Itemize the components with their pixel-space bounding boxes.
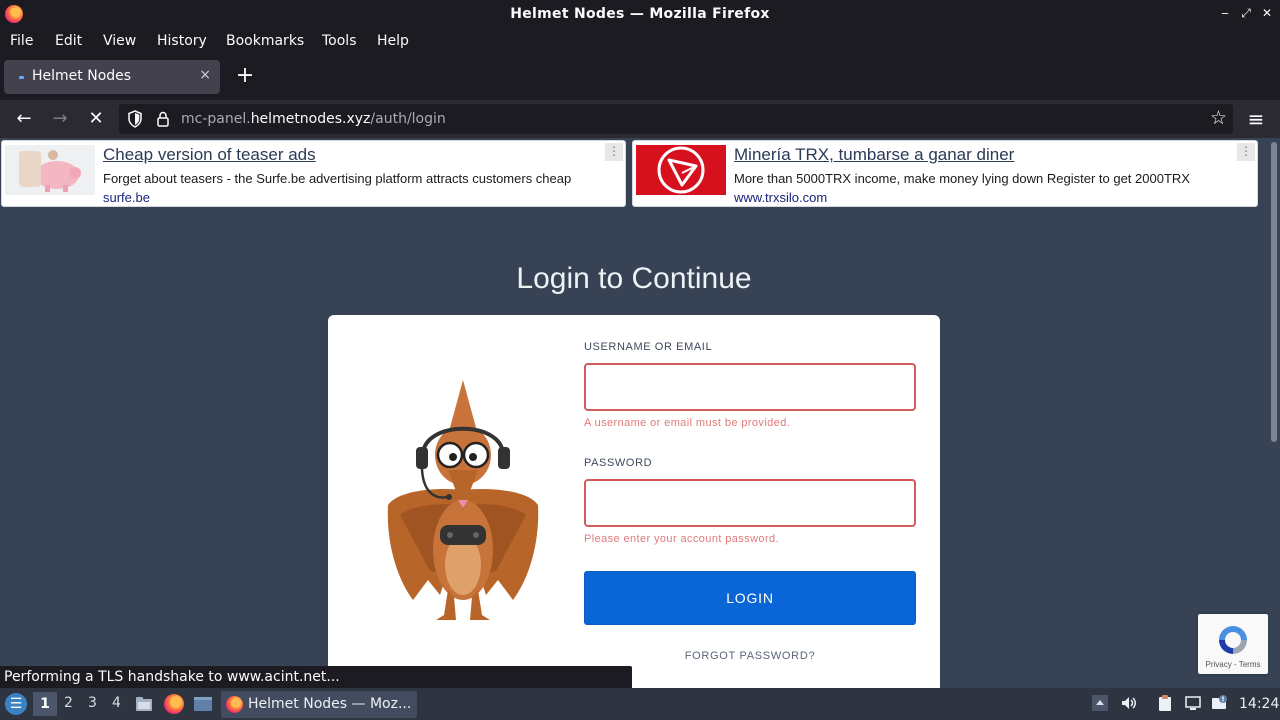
tracking-protection-shield-icon[interactable] (127, 110, 143, 128)
back-button[interactable]: ← (13, 108, 35, 130)
close-window-button[interactable]: ✕ (1259, 5, 1275, 21)
start-menu-icon[interactable]: ☰ (5, 693, 27, 715)
password-input[interactable] (584, 479, 916, 527)
clock: 14:24 (1239, 696, 1280, 712)
loading-indicator-icon (19, 76, 24, 79)
ad-source[interactable]: www.trxsilo.com (734, 190, 827, 205)
firefox-launcher-icon[interactable] (164, 694, 184, 714)
page-scrollbar[interactable] (1268, 138, 1280, 688)
ad-description: More than 5000TRX income, make money lyi… (734, 171, 1190, 186)
volume-icon[interactable] (1120, 694, 1138, 712)
recaptcha-icon (1219, 626, 1247, 654)
url-host: helmetnodes.xyz (250, 111, 371, 127)
ad-options-icon[interactable]: ⋮ (605, 143, 623, 161)
url-bar[interactable]: mc-panel.helmetnodes.xyz/auth/login ☆ (119, 104, 1233, 134)
firefox-task-icon (226, 696, 243, 713)
bookmark-star-icon[interactable]: ☆ (1210, 107, 1227, 129)
system-taskbar: ☰ 1 2 3 4 Helmet Nodes — Moz... 14:24 (0, 688, 1280, 720)
login-button[interactable]: LOGIN (584, 571, 916, 625)
menu-view[interactable]: View (103, 33, 136, 49)
login-card: USERNAME OR EMAIL A username or email mu… (328, 315, 940, 688)
window-titlebar: Helmet Nodes — Mozilla Firefox ‒ ⤢ ✕ (0, 0, 1280, 29)
forgot-password-link[interactable]: FORGOT PASSWORD? (584, 650, 916, 662)
workspace-2[interactable]: 2 (64, 695, 73, 711)
url-subdomain: mc-panel. (181, 111, 251, 127)
workspace-1[interactable]: 1 (33, 692, 57, 716)
menu-bookmarks[interactable]: Bookmarks (226, 33, 304, 49)
workspace-4[interactable]: 4 (112, 695, 121, 711)
url-path: /auth/login (370, 111, 446, 127)
menu-file[interactable]: File (10, 33, 33, 49)
username-error: A username or email must be provided. (584, 417, 791, 429)
task-label: Helmet Nodes — Moz... (248, 696, 412, 712)
menu-bar: File Edit View History Bookmarks Tools H… (0, 29, 1280, 54)
file-manager-icon[interactable] (134, 694, 154, 714)
status-bar: Performing a TLS handshake to www.acint.… (0, 666, 632, 688)
menu-help[interactable]: Help (377, 33, 409, 49)
username-label: USERNAME OR EMAIL (584, 341, 713, 353)
stop-button[interactable]: ✕ (85, 108, 107, 130)
window-title: Helmet Nodes — Mozilla Firefox (510, 6, 770, 22)
menu-tools[interactable]: Tools (322, 33, 357, 49)
notification-icon[interactable] (1210, 694, 1228, 712)
password-error: Please enter your account password. (584, 533, 779, 545)
menu-history[interactable]: History (157, 33, 207, 49)
tray-expand-icon[interactable] (1091, 694, 1109, 712)
username-input[interactable] (584, 363, 916, 411)
minimize-button[interactable]: ‒ (1217, 5, 1233, 21)
tab-bar: Helmet Nodes × + (0, 54, 1280, 100)
tab-close-button[interactable]: × (199, 67, 211, 83)
ad-description: Forget about teasers - the Surfe.be adve… (103, 171, 572, 186)
maximize-button[interactable]: ⤢ (1238, 5, 1254, 21)
scrollbar-thumb[interactable] (1271, 142, 1277, 442)
password-label: PASSWORD (584, 457, 653, 469)
navigation-bar: ← → ✕ mc-panel.helmetnodes.xyz/auth/logi… (0, 100, 1280, 138)
hamburger-menu-icon[interactable]: ≡ (1245, 108, 1267, 130)
tab-helmet-nodes[interactable]: Helmet Nodes × (4, 60, 220, 94)
recaptcha-badge[interactable]: Privacy - Terms (1198, 614, 1268, 674)
ad-source[interactable]: surfe.be (103, 190, 150, 205)
ad-banner-trx[interactable]: Minería TRX, tumbarse a ganar diner More… (632, 140, 1258, 207)
piggy-bank-ad-image (5, 145, 95, 195)
pterodactyl-mascot-image (387, 380, 539, 620)
network-icon[interactable] (1184, 694, 1202, 712)
terminal-launcher-icon[interactable] (193, 694, 213, 714)
tab-label: Helmet Nodes (32, 68, 132, 84)
clipboard-icon[interactable] (1156, 694, 1174, 712)
ad-title[interactable]: Minería TRX, tumbarse a ganar diner (734, 145, 1014, 165)
new-tab-button[interactable]: + (234, 65, 256, 88)
lock-icon[interactable] (155, 110, 171, 128)
menu-edit[interactable]: Edit (55, 33, 82, 49)
tron-logo-ad-image (636, 145, 726, 195)
forward-button[interactable]: → (49, 108, 71, 130)
recaptcha-privacy-terms[interactable]: Privacy - Terms (1198, 660, 1268, 669)
ad-banner-surfe[interactable]: Cheap version of teaser ads Forget about… (1, 140, 626, 207)
taskbar-firefox-window[interactable]: Helmet Nodes — Moz... (221, 691, 417, 718)
login-heading: Login to Continue (516, 262, 752, 295)
workspace-3[interactable]: 3 (88, 695, 97, 711)
ad-options-icon[interactable]: ⋮ (1237, 143, 1255, 161)
url-text[interactable]: mc-panel.helmetnodes.xyz/auth/login (181, 111, 446, 127)
ad-title[interactable]: Cheap version of teaser ads (103, 145, 316, 165)
page-content: Cheap version of teaser ads Forget about… (0, 138, 1280, 688)
